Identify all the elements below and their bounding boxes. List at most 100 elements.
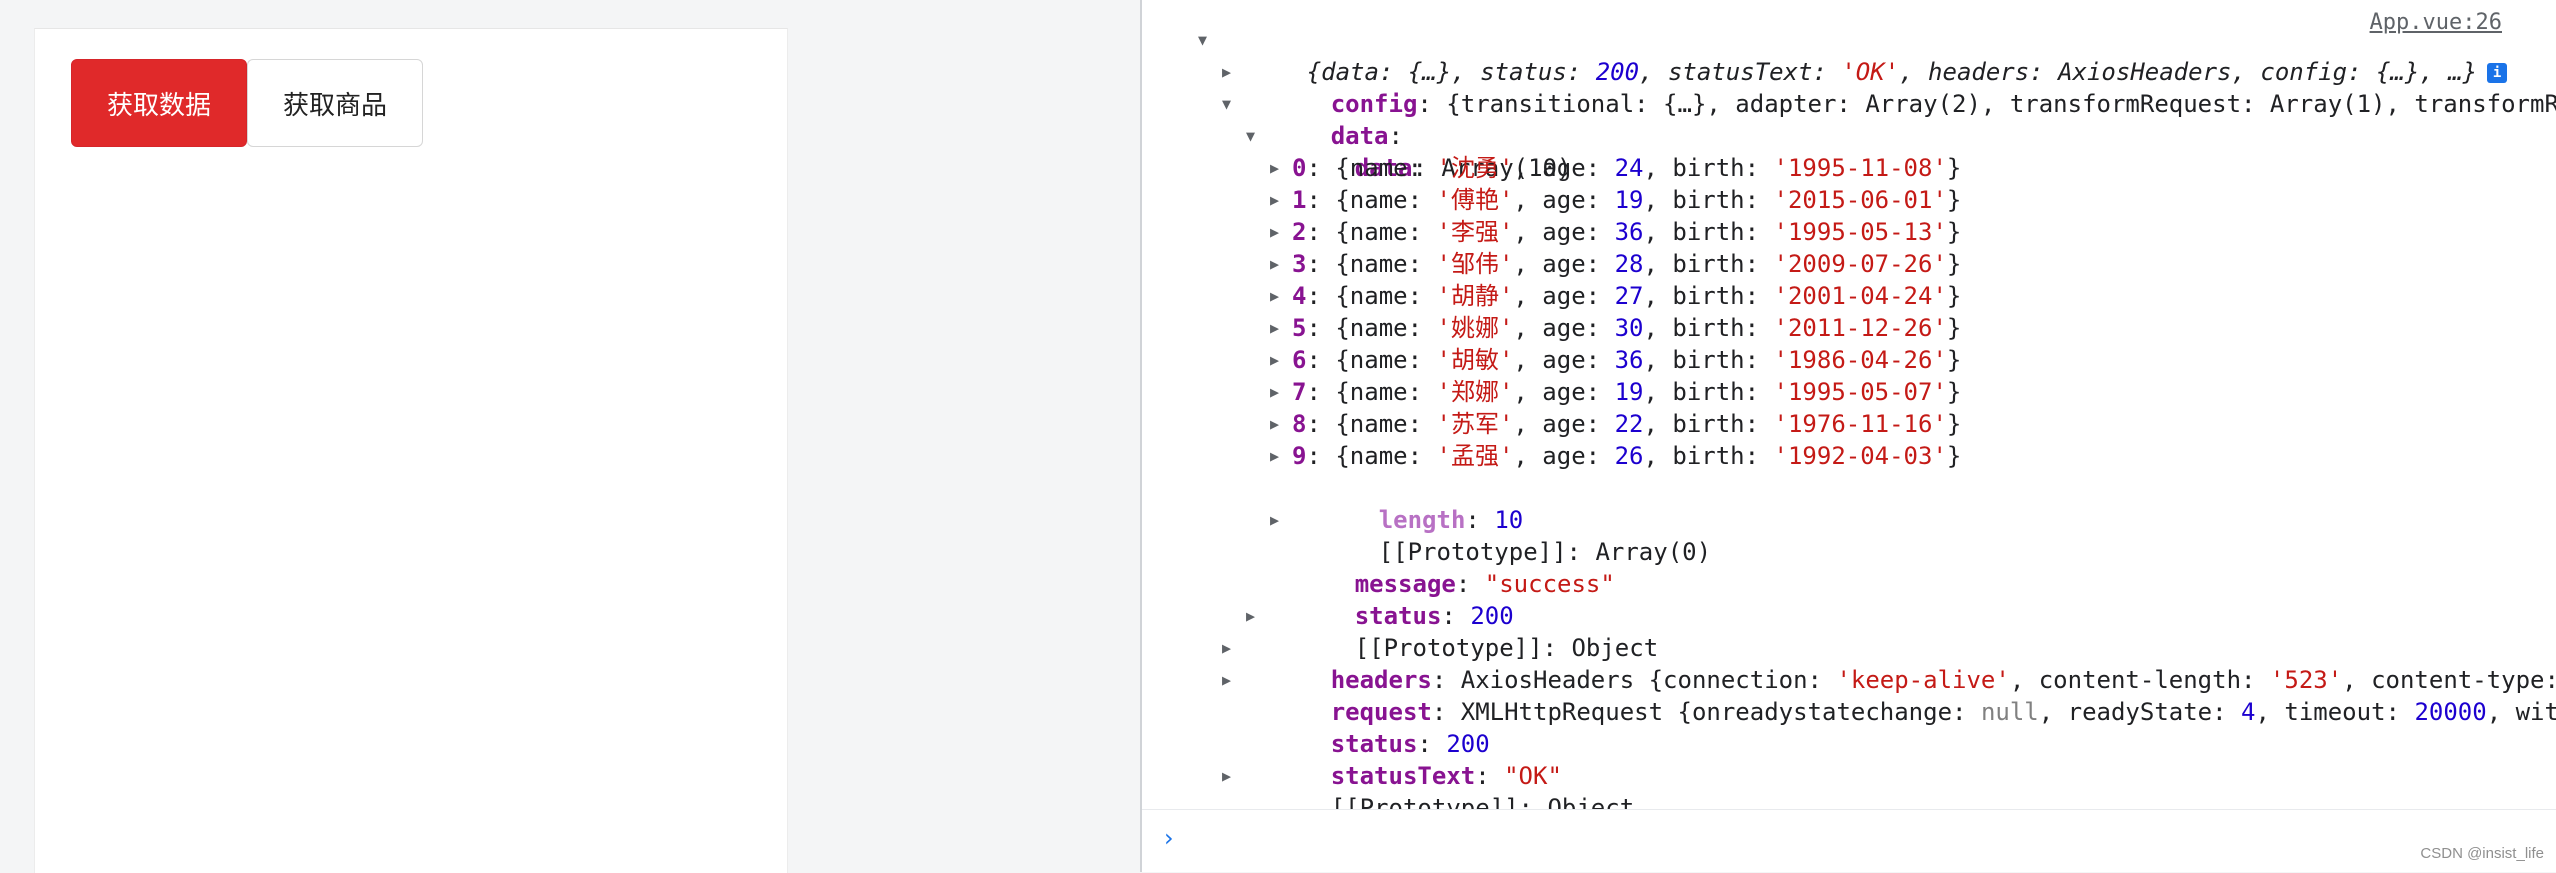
- array-index: 1: [1292, 186, 1307, 214]
- text: , age:: [1513, 314, 1615, 342]
- expand-down-icon[interactable]: ▼: [1222, 88, 1231, 120]
- array-item-row[interactable]: ▶ 0: {name: '沈勇', age: 24, birth: '1995-1…: [1142, 152, 2556, 184]
- text: }: [1946, 154, 1962, 182]
- expand-right-icon[interactable]: ▶: [1270, 376, 1279, 408]
- prompt-chevron-icon: ›: [1164, 824, 1174, 852]
- expand-right-icon[interactable]: ▶: [1270, 248, 1279, 280]
- data-array-line[interactable]: ▼ data: Array(10): [1142, 120, 2556, 182]
- text: , birth:: [1643, 346, 1774, 374]
- age-value: 30: [1614, 314, 1644, 342]
- text: , birth:: [1643, 282, 1774, 310]
- age-value: 28: [1614, 250, 1644, 278]
- text: , birth:: [1643, 218, 1774, 246]
- array-index: 5: [1292, 314, 1307, 342]
- expand-right-icon[interactable]: ▶: [1270, 312, 1279, 344]
- array-index: 7: [1292, 378, 1307, 406]
- expand-right-icon[interactable]: ▶: [1270, 152, 1279, 184]
- age-value: 27: [1614, 282, 1644, 310]
- array-index: 4: [1292, 282, 1307, 310]
- message-line: message: "success": [1354, 570, 1615, 598]
- expand-right-icon[interactable]: ▶: [1270, 344, 1279, 376]
- expand-right-icon[interactable]: ▶: [1270, 184, 1279, 216]
- expand-down-icon[interactable]: ▼: [1198, 24, 1207, 56]
- expand-right-icon[interactable]: ▶: [1246, 600, 1255, 632]
- name-value: '苏军': [1436, 410, 1514, 438]
- text: : {name:: [1306, 218, 1437, 246]
- console-input[interactable]: [1202, 820, 2406, 862]
- array-item-row[interactable]: ▶ 3: {name: '邹伟', age: 28, birth: '2009-0…: [1142, 248, 2556, 280]
- text: , age:: [1513, 282, 1615, 310]
- name-value: '郑娜': [1436, 378, 1514, 406]
- array-index: 9: [1292, 442, 1307, 470]
- length-line: length: 10: [1378, 506, 1524, 534]
- expand-right-icon[interactable]: ▶: [1222, 760, 1231, 792]
- text: : {name:: [1306, 186, 1437, 214]
- array-item-row[interactable]: ▶ 1: {name: '傅艳', age: 19, birth: '2015-0…: [1142, 184, 2556, 216]
- birth-value: '2015-06-01': [1773, 186, 1947, 214]
- text: , age:: [1513, 186, 1615, 214]
- age-value: 19: [1614, 186, 1644, 214]
- text: , age:: [1513, 442, 1615, 470]
- birth-value: '1995-05-07': [1773, 378, 1947, 406]
- name-value: '沈勇': [1436, 154, 1514, 182]
- age-value: 36: [1614, 218, 1644, 246]
- birth-value: '1992-04-03': [1773, 442, 1947, 470]
- data-prototype-line[interactable]: ▶ [[Prototype]]: Object: [1142, 600, 2556, 662]
- array-prototype-line[interactable]: ▶ [[Prototype]]: Array(0): [1142, 504, 2556, 566]
- property-value: : Object: [1518, 794, 1635, 810]
- birth-value: '1976-11-16': [1773, 410, 1947, 438]
- text: , birth:: [1643, 186, 1774, 214]
- expand-down-icon[interactable]: ▼: [1246, 120, 1255, 152]
- expand-right-icon[interactable]: ▶: [1270, 280, 1279, 312]
- text: : {name:: [1306, 250, 1437, 278]
- root-prototype-line[interactable]: ▶ [[Prototype]]: Object: [1142, 760, 2556, 810]
- array-index: 3: [1292, 250, 1307, 278]
- expand-right-icon[interactable]: ▶: [1270, 440, 1279, 472]
- name-value: '孟强': [1436, 442, 1514, 470]
- array-index: 8: [1292, 410, 1307, 438]
- age-value: 22: [1614, 410, 1644, 438]
- text: }: [1946, 346, 1962, 374]
- expand-right-icon[interactable]: ▶: [1222, 56, 1231, 88]
- headers-line[interactable]: ▶ headers: AxiosHeaders {connection: 'kee…: [1142, 632, 2556, 694]
- config-line[interactable]: ▶ config: {transitional: {…}, adapter: Ar…: [1142, 56, 2556, 118]
- array-item-row[interactable]: ▶ 7: {name: '郑娜', age: 19, birth: '1995-0…: [1142, 376, 2556, 408]
- name-value: '邹伟': [1436, 250, 1514, 278]
- inner-status-line: status: 200: [1354, 602, 1514, 630]
- app-preview-panel: 获取数据 获取商品: [34, 28, 788, 873]
- array-item-row[interactable]: ▶ 2: {name: '李强', age: 36, birth: '1995-0…: [1142, 216, 2556, 248]
- log-summary-line[interactable]: ▼ {data: {…}, status: 200, statusText: 'O…: [1142, 24, 2556, 86]
- data-line[interactable]: ▼ data:: [1142, 88, 2556, 150]
- array-item-row[interactable]: ▶ 4: {name: '胡静', age: 27, birth: '2001-0…: [1142, 280, 2556, 312]
- fetch-goods-button[interactable]: 获取商品: [247, 59, 423, 147]
- property-key: [[Prototype]]: [1330, 794, 1519, 810]
- array-item-row[interactable]: ▶ 9: {name: '孟强', age: 26, birth: '1992-0…: [1142, 440, 2556, 472]
- expand-right-icon[interactable]: ▶: [1222, 632, 1231, 664]
- expand-right-icon[interactable]: ▶: [1270, 216, 1279, 248]
- text: , birth:: [1643, 250, 1774, 278]
- text: , age:: [1513, 378, 1615, 406]
- array-item-row[interactable]: ▶ 6: {name: '胡敏', age: 36, birth: '1986-0…: [1142, 344, 2556, 376]
- birth-value: '1995-05-13': [1773, 218, 1947, 246]
- fetch-data-button[interactable]: 获取数据: [71, 59, 247, 147]
- text: }: [1946, 282, 1962, 310]
- text: : {name:: [1306, 442, 1437, 470]
- name-value: '姚娜': [1436, 314, 1514, 342]
- expand-right-icon[interactable]: ▶: [1270, 408, 1279, 440]
- name-value: '胡静': [1436, 282, 1514, 310]
- birth-value: '2001-04-24': [1773, 282, 1947, 310]
- age-value: 36: [1614, 346, 1644, 374]
- request-line[interactable]: ▶ request: XMLHttpRequest {onreadystatech…: [1142, 664, 2556, 726]
- array-item-row[interactable]: ▶ 8: {name: '苏军', age: 22, birth: '1976-1…: [1142, 408, 2556, 440]
- array-item-row[interactable]: ▶ 5: {name: '姚娜', age: 30, birth: '2011-1…: [1142, 312, 2556, 344]
- array-index: 2: [1292, 218, 1307, 246]
- text: }: [1946, 410, 1962, 438]
- expand-right-icon[interactable]: ▶: [1222, 664, 1231, 696]
- expand-right-icon[interactable]: ▶: [1270, 504, 1279, 536]
- text: , birth:: [1643, 154, 1774, 182]
- name-value: '胡敏': [1436, 346, 1514, 374]
- status-line: status: 200: [1330, 730, 1490, 758]
- console-prompt: ›: [1142, 809, 2556, 872]
- birth-value: '2009-07-26': [1773, 250, 1947, 278]
- birth-value: '1995-11-08': [1773, 154, 1947, 182]
